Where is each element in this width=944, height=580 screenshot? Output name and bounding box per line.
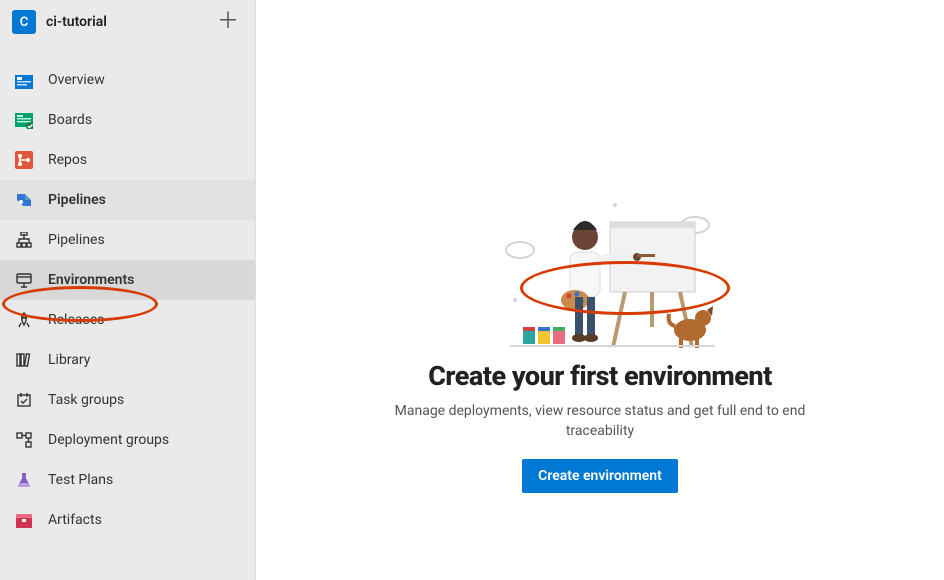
main-content: Create your first environment Manage dep… [256, 0, 944, 580]
sidebar-subitem-deployment-groups[interactable]: Deployment groups [0, 420, 255, 460]
overview-icon [14, 70, 34, 90]
project-name[interactable]: ci-tutorial [46, 14, 213, 30]
sidebar-item-label: Overview [48, 72, 105, 88]
sidebar-item-boards[interactable]: Boards [0, 100, 255, 140]
repos-icon [14, 150, 34, 170]
sidebar-subitem-label: Releases [48, 312, 104, 328]
sidebar-subitem-environments[interactable]: Environments [0, 260, 255, 300]
test-plans-icon [14, 470, 34, 490]
sidebar-subitem-task-groups[interactable]: Task groups [0, 380, 255, 420]
sidebar-item-repos[interactable]: Repos [0, 140, 255, 180]
sidebar-item-artifacts[interactable]: Artifacts [0, 500, 255, 540]
artifacts-icon [14, 510, 34, 530]
sidebar-item-label: Repos [48, 152, 87, 168]
page-title: Create your first environment [428, 360, 772, 392]
project-badge: C [12, 10, 36, 34]
new-button[interactable]: ＋ [213, 11, 243, 33]
environments-icon [14, 270, 34, 290]
empty-state-illustration [475, 190, 725, 350]
sidebar-item-label: Artifacts [48, 512, 102, 528]
plus-icon: ＋ [217, 9, 239, 34]
sidebar-item-label: Test Plans [48, 472, 113, 488]
project-header: C ci-tutorial ＋ [0, 0, 255, 52]
sidebar: C ci-tutorial ＋ Overview Boards Repos Pi… [0, 0, 256, 580]
deployment-groups-icon [14, 430, 34, 450]
sidebar-subitem-releases[interactable]: Releases [0, 300, 255, 340]
sidebar-item-pipelines[interactable]: Pipelines [0, 180, 255, 220]
sidebar-subitem-pipelines[interactable]: Pipelines [0, 220, 255, 260]
sidebar-subitem-label: Environments [48, 272, 134, 288]
sidebar-item-test-plans[interactable]: Test Plans [0, 460, 255, 500]
sidebar-item-label: Pipelines [48, 192, 106, 208]
page-subtitle: Manage deployments, view resource status… [360, 402, 840, 441]
pipeline-run-icon [14, 230, 34, 250]
pipelines-icon [14, 190, 34, 210]
boards-icon [14, 110, 34, 130]
releases-icon [14, 310, 34, 330]
library-icon [14, 350, 34, 370]
sidebar-subitem-library[interactable]: Library [0, 340, 255, 380]
sidebar-subitem-label: Library [48, 352, 90, 368]
sidebar-subitem-label: Pipelines [48, 232, 105, 248]
create-environment-button[interactable]: Create environment [522, 459, 678, 493]
sidebar-item-overview[interactable]: Overview [0, 60, 255, 100]
task-groups-icon [14, 390, 34, 410]
sidebar-item-label: Boards [48, 112, 92, 128]
sidebar-subitem-label: Deployment groups [48, 432, 169, 448]
sidebar-subitem-label: Task groups [48, 392, 124, 408]
